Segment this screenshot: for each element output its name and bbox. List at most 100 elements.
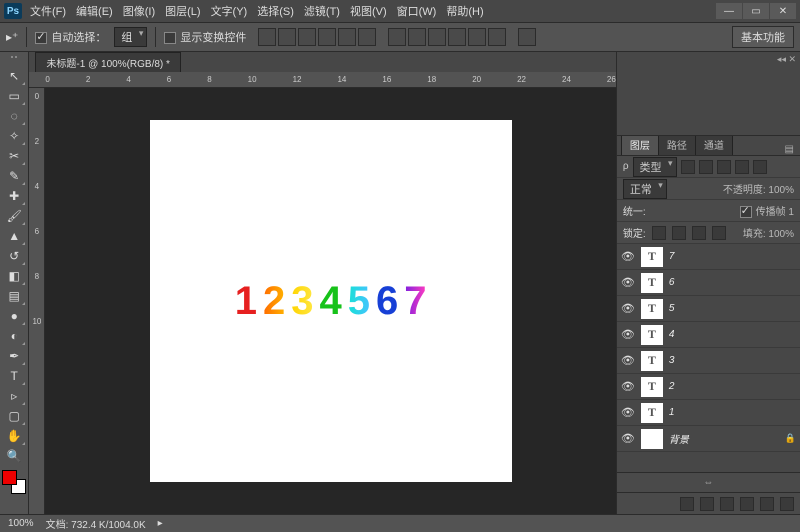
- arrange-icon[interactable]: [518, 28, 536, 46]
- adjustment-icon[interactable]: [720, 497, 734, 511]
- layer-row[interactable]: 👁T6: [617, 270, 800, 296]
- align-icon[interactable]: [338, 28, 356, 46]
- distribute-icon[interactable]: [448, 28, 466, 46]
- opacity-value[interactable]: 100%: [768, 185, 794, 196]
- auto-select-dropdown[interactable]: 组: [114, 27, 147, 47]
- show-transform-checkbox[interactable]: 显示变换控件: [164, 29, 246, 45]
- eraser-tool[interactable]: ◧: [2, 266, 26, 286]
- menu-window[interactable]: 窗口(W): [397, 3, 437, 19]
- tab-layers[interactable]: 图层: [621, 133, 659, 155]
- distribute-icon[interactable]: [488, 28, 506, 46]
- layer-row-background[interactable]: 👁背景🔒: [617, 426, 800, 452]
- doc-info[interactable]: 文档: 732.4 K/1004.0K: [46, 516, 146, 531]
- minimize-button[interactable]: —: [716, 3, 742, 19]
- canvas-viewport[interactable]: 1 2 3 4 5 6 7: [45, 88, 615, 514]
- brush-tool[interactable]: 🖌: [2, 206, 26, 226]
- text-layer-1[interactable]: 1: [235, 279, 257, 324]
- type-tool[interactable]: T: [2, 366, 26, 386]
- lasso-tool[interactable]: ◌: [2, 106, 26, 126]
- menu-edit[interactable]: 编辑(E): [76, 3, 113, 19]
- visibility-toggle[interactable]: 👁: [621, 276, 635, 289]
- visibility-toggle[interactable]: 👁: [621, 302, 635, 315]
- layer-name[interactable]: 7: [669, 251, 675, 262]
- menu-layer[interactable]: 图层(L): [165, 3, 200, 19]
- maximize-button[interactable]: ▭: [743, 3, 769, 19]
- menu-select[interactable]: 选择(S): [257, 3, 294, 19]
- layer-name[interactable]: 3: [669, 355, 675, 366]
- mask-icon[interactable]: [700, 497, 714, 511]
- color-swatches[interactable]: [2, 470, 26, 494]
- palette-handle[interactable]: [2, 56, 26, 64]
- panel-menu-icon[interactable]: ▤: [779, 144, 800, 155]
- foreground-color-swatch[interactable]: [2, 470, 17, 485]
- collapse-icon[interactable]: ◂◂ ✕: [777, 54, 796, 65]
- delete-layer-icon[interactable]: [780, 497, 794, 511]
- filter-smart-icon[interactable]: [753, 160, 767, 174]
- new-layer-icon[interactable]: [760, 497, 774, 511]
- text-layer-5[interactable]: 5: [348, 279, 370, 324]
- text-layer-6[interactable]: 6: [376, 279, 398, 324]
- distribute-icon[interactable]: [428, 28, 446, 46]
- lock-all-icon[interactable]: [712, 226, 726, 240]
- lock-pos-icon[interactable]: [692, 226, 706, 240]
- text-layer-2[interactable]: 2: [263, 279, 285, 324]
- gradient-tool[interactable]: ▤: [2, 286, 26, 306]
- layer-name[interactable]: 2: [669, 381, 675, 392]
- filter-type-icon[interactable]: [717, 160, 731, 174]
- status-arrow-icon[interactable]: ▸: [158, 518, 163, 529]
- layer-row[interactable]: 👁T4: [617, 322, 800, 348]
- healing-tool[interactable]: ✚: [2, 186, 26, 206]
- layer-row[interactable]: 👁T2: [617, 374, 800, 400]
- move-tool[interactable]: ↖: [2, 66, 26, 86]
- layer-name[interactable]: 5: [669, 303, 675, 314]
- visibility-toggle[interactable]: 👁: [621, 250, 635, 263]
- path-select-tool[interactable]: ▹: [2, 386, 26, 406]
- eyedropper-tool[interactable]: ✎: [2, 166, 26, 186]
- canvas[interactable]: 1 2 3 4 5 6 7: [150, 120, 512, 482]
- blend-mode-dropdown[interactable]: 正常: [623, 179, 667, 199]
- fill-value[interactable]: 100%: [768, 229, 794, 240]
- tab-paths[interactable]: 路径: [658, 133, 696, 155]
- group-icon[interactable]: [740, 497, 754, 511]
- menu-file[interactable]: 文件(F): [30, 3, 66, 19]
- filter-pixel-icon[interactable]: [681, 160, 695, 174]
- zoom-level[interactable]: 100%: [8, 518, 34, 529]
- visibility-toggle[interactable]: 👁: [621, 406, 635, 419]
- layer-name[interactable]: 6: [669, 277, 675, 288]
- distribute-icon[interactable]: [468, 28, 486, 46]
- zoom-tool[interactable]: 🔍: [2, 446, 26, 466]
- visibility-toggle[interactable]: 👁: [621, 354, 635, 367]
- menu-help[interactable]: 帮助(H): [446, 3, 483, 19]
- layer-name[interactable]: 1: [669, 407, 675, 418]
- align-icon[interactable]: [258, 28, 276, 46]
- distribute-icon[interactable]: [408, 28, 426, 46]
- magic-wand-tool[interactable]: ✧: [2, 126, 26, 146]
- menu-image[interactable]: 图像(I): [123, 3, 155, 19]
- layer-name[interactable]: 4: [669, 329, 675, 340]
- menu-type[interactable]: 文字(Y): [211, 3, 248, 19]
- visibility-toggle[interactable]: 👁: [621, 328, 635, 341]
- visibility-toggle[interactable]: 👁: [621, 432, 635, 445]
- layer-row[interactable]: 👁T7: [617, 244, 800, 270]
- pen-tool[interactable]: ✒: [2, 346, 26, 366]
- filter-adjust-icon[interactable]: [699, 160, 713, 174]
- marquee-tool[interactable]: ▭: [2, 86, 26, 106]
- auto-select-checkbox[interactable]: 自动选择：: [35, 29, 106, 45]
- visibility-toggle[interactable]: 👁: [621, 380, 635, 393]
- fx-icon[interactable]: [680, 497, 694, 511]
- propagate-checkbox[interactable]: [740, 206, 752, 218]
- tab-channels[interactable]: 通道: [695, 133, 733, 155]
- filter-shape-icon[interactable]: [735, 160, 749, 174]
- align-icon[interactable]: [358, 28, 376, 46]
- layer-row[interactable]: 👁T5: [617, 296, 800, 322]
- hand-tool[interactable]: ✋: [2, 426, 26, 446]
- lock-trans-icon[interactable]: [652, 226, 666, 240]
- document-tab[interactable]: 未标题-1 @ 100%(RGB/8) *: [35, 52, 181, 72]
- layer-row[interactable]: 👁T3: [617, 348, 800, 374]
- filter-kind-dropdown[interactable]: 类型: [633, 157, 677, 177]
- history-brush-tool[interactable]: ↺: [2, 246, 26, 266]
- layer-row[interactable]: 👁T1: [617, 400, 800, 426]
- collapsed-panel-group[interactable]: ◂◂ ✕: [617, 52, 800, 136]
- shape-tool[interactable]: ▢: [2, 406, 26, 426]
- text-layer-7[interactable]: 7: [404, 279, 426, 324]
